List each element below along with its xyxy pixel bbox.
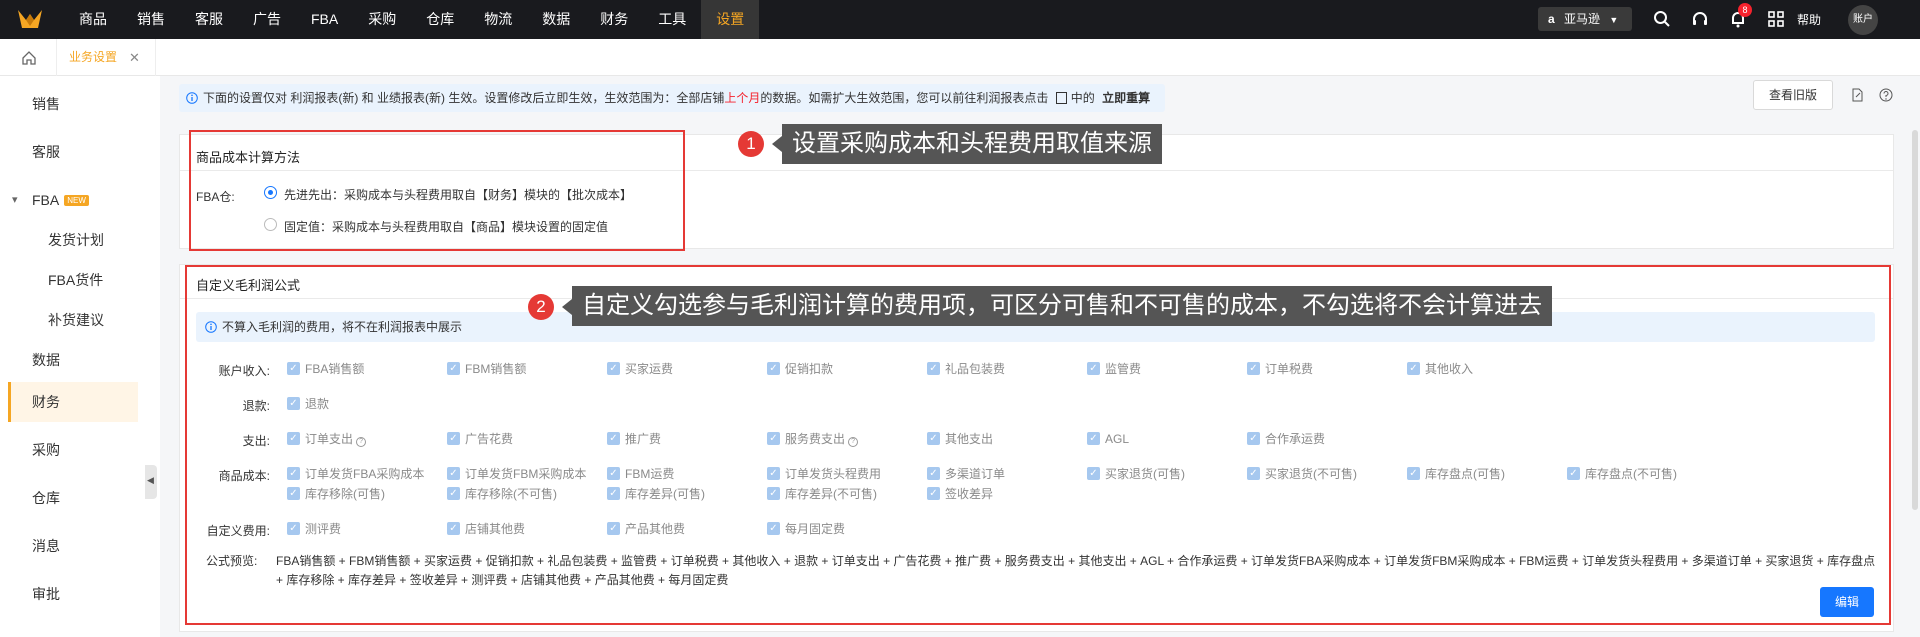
notice-highlight: 上个月 bbox=[724, 91, 761, 105]
sidebar-item-label: 发货计划 bbox=[48, 232, 104, 248]
sidebar-item[interactable]: 发货计划 bbox=[8, 220, 138, 260]
callout-tip-2: 自定义勾选参与毛利润计算的费用项，可区分可售和不可售的成本，不勾选将不会计算进去 bbox=[572, 286, 1552, 326]
callout-tip-1: 设置采购成本和头程费用取值来源 bbox=[782, 124, 1162, 164]
nav-item[interactable]: 工具 bbox=[643, 0, 701, 39]
sidebar-item[interactable]: 补货建议 bbox=[8, 300, 138, 340]
sidebar-item-label: 仓库 bbox=[32, 490, 60, 506]
callout-number-1: 1 bbox=[738, 131, 764, 157]
marketplace-label: 亚马逊 bbox=[1564, 12, 1601, 26]
headset-icon[interactable] bbox=[1691, 10, 1709, 28]
export-icon[interactable] bbox=[1850, 88, 1864, 102]
nav-item[interactable]: 采购 bbox=[353, 0, 411, 39]
nav-item[interactable]: 客服 bbox=[180, 0, 238, 39]
nav-item[interactable]: 数据 bbox=[527, 0, 585, 39]
nav-item[interactable]: 广告 bbox=[238, 0, 296, 39]
notice-bar: 下面的设置仅对 利润报表(新) 和 业绩报表(新) 生效。设置修改后立即生效，生… bbox=[179, 84, 1165, 112]
nav-item[interactable]: 仓库 bbox=[411, 0, 469, 39]
tab-label: 业务设置 bbox=[69, 50, 118, 64]
chevron-left-icon: ◀ bbox=[147, 475, 154, 485]
nav-item[interactable]: 物流 bbox=[469, 0, 527, 39]
sidebar-item-label: 消息 bbox=[32, 538, 60, 554]
sidebar-item-label: 销售 bbox=[32, 96, 60, 112]
home-icon[interactable] bbox=[21, 50, 37, 66]
sidebar-item-label: FBA货件 bbox=[48, 272, 104, 288]
marketplace-select[interactable]: a 亚马逊 ▼ bbox=[1538, 7, 1632, 31]
callout-arrow-1 bbox=[772, 136, 782, 152]
sidebar-collapse-handle[interactable]: ◀ bbox=[145, 465, 157, 499]
sidebar-item-label: FBA bbox=[32, 192, 60, 208]
sidebar-item[interactable]: 仓库 bbox=[8, 478, 138, 518]
amazon-icon: a bbox=[1548, 12, 1555, 26]
caret-down-icon: ▾ bbox=[12, 194, 18, 206]
chevron-down-icon: ▼ bbox=[1609, 15, 1619, 25]
sidebar: 销售客服 ▾ FBA NEW 发货计划 FBA货件补货建议数据财务采购仓库消息审批 bbox=[0, 76, 145, 637]
tab-bar bbox=[0, 39, 1920, 76]
notice-text-3: 中的 bbox=[1070, 91, 1095, 105]
callout-number-2: 2 bbox=[528, 294, 554, 320]
help-link[interactable]: 帮助 bbox=[1797, 11, 1821, 28]
logo-icon[interactable] bbox=[16, 6, 44, 32]
sidebar-item[interactable]: 采购 bbox=[8, 430, 138, 470]
apps-grid-icon[interactable] bbox=[1767, 10, 1785, 28]
notification-badge: 8 bbox=[1738, 3, 1752, 17]
main-nav: 商品 销售 客服 广告 FBA 采购 仓库 物流 数据 财务 工具 设置 bbox=[64, 0, 760, 39]
sidebar-item-label: 补货建议 bbox=[48, 312, 104, 328]
info-icon bbox=[186, 92, 198, 104]
top-navbar: 商品 销售 客服 广告 FBA 采购 仓库 物流 数据 财务 工具 设置 a 亚马逊 ▼ 8 帮助 账… bbox=[0, 0, 1920, 39]
notice-text: 下面的设置仅对 利润报表(新) 和 业绩报表(新) 生效。设置修改后立即生效，生… bbox=[203, 91, 725, 105]
notice-text-2: 的数据。如需扩大生效范围，您可以前往利润报表点击 bbox=[760, 91, 1049, 105]
help-circle-icon[interactable] bbox=[1879, 88, 1893, 102]
sidebar-item-label: 审批 bbox=[32, 586, 60, 602]
nav-item[interactable]: FBA bbox=[296, 0, 353, 39]
sidebar-item[interactable]: FBA货件 bbox=[8, 260, 138, 300]
view-old-version-button[interactable]: 查看旧版 bbox=[1753, 80, 1833, 110]
tab-business-settings[interactable]: 业务设置 ✕ bbox=[56, 39, 156, 76]
sidebar-item-label: 采购 bbox=[32, 442, 60, 458]
recalculate-link[interactable]: 立即重算 bbox=[1102, 91, 1150, 105]
highlight-box-1 bbox=[189, 130, 685, 251]
sidebar-item[interactable]: 审批 bbox=[8, 574, 138, 614]
sidebar-item[interactable]: ▾ FBA NEW bbox=[8, 180, 138, 220]
sidebar-item[interactable]: 消息 bbox=[8, 526, 138, 566]
sidebar-item[interactable]: 客服 bbox=[8, 132, 138, 172]
sidebar-item-label: 数据 bbox=[32, 352, 60, 368]
sidebar-item[interactable]: 销售 bbox=[8, 84, 138, 124]
nav-item[interactable]: 设置 bbox=[701, 0, 760, 39]
page-scrollbar[interactable] bbox=[1912, 130, 1918, 510]
search-icon[interactable] bbox=[1653, 10, 1671, 28]
sidebar-item-label: 客服 bbox=[32, 144, 60, 160]
account-avatar[interactable]: 账户 bbox=[1848, 5, 1878, 35]
nav-item[interactable]: 商品 bbox=[64, 0, 122, 39]
sidebar-item-label: 财务 bbox=[32, 394, 60, 410]
calculator-icon bbox=[1055, 92, 1067, 104]
sidebar-item[interactable]: 财务 bbox=[8, 382, 138, 422]
callout-arrow-2 bbox=[562, 299, 572, 315]
close-icon[interactable]: ✕ bbox=[129, 39, 140, 76]
nav-item[interactable]: 销售 bbox=[122, 0, 180, 39]
nav-item[interactable]: 财务 bbox=[585, 0, 643, 39]
new-badge: NEW bbox=[64, 195, 89, 206]
sidebar-item[interactable]: 数据 bbox=[8, 340, 138, 380]
